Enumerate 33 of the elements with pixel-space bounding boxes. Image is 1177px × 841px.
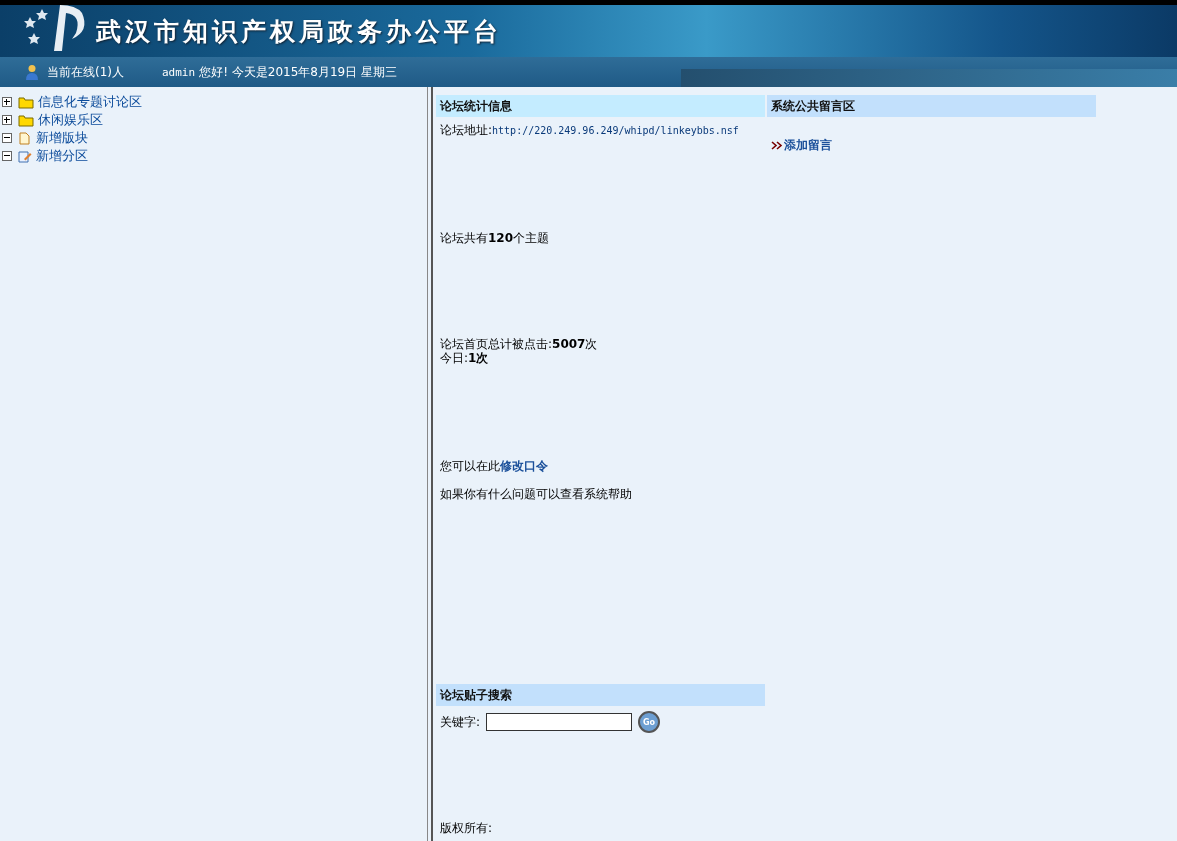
topic-count-text: 论坛共有120个主题	[439, 231, 551, 245]
user-name: admin	[162, 65, 196, 79]
click-count-text: 论坛首页总计被点击:5007次	[439, 337, 599, 351]
expand-icon[interactable]	[2, 115, 12, 125]
help-text: 如果你有什么问题可以查看系统帮助	[439, 487, 633, 501]
user-icon	[25, 64, 39, 80]
collapse-icon[interactable]	[2, 151, 12, 161]
site-title: 武汉市知识产权局政务办公平台	[96, 15, 502, 48]
tree-item[interactable]: 新增分区	[36, 147, 88, 165]
forum-address: http://220.249.96.249/whipd/linkeybbs.nsf	[492, 125, 739, 136]
folder-icon	[18, 95, 34, 109]
collapse-icon[interactable]	[2, 133, 12, 143]
expand-icon[interactable]	[2, 97, 12, 107]
double-chevron-icon	[771, 141, 783, 150]
change-password-link[interactable]: 修改口令	[500, 459, 548, 473]
section-heading: 论坛统计信息	[436, 95, 765, 117]
folder-icon	[18, 113, 34, 127]
copyright-text: 版权所有:	[439, 821, 494, 835]
section-heading: 论坛贴子搜索	[436, 684, 765, 706]
keyword-label: 关键字:	[440, 713, 481, 731]
edit-page-icon	[18, 149, 32, 163]
address-label: 论坛地址:	[440, 123, 493, 137]
add-message-link[interactable]: 添加留言	[784, 137, 832, 154]
today-count-text: 今日:1次	[439, 351, 490, 365]
password-text: 您可以在此	[440, 459, 500, 473]
tree-item[interactable]: 新增版块	[36, 129, 88, 147]
greeting-text: 您好! 今天是2015年8月19日 星期三	[199, 63, 397, 81]
online-count: 当前在线(1)人	[47, 63, 124, 81]
tree-item[interactable]: 休闲娱乐区	[38, 111, 103, 129]
keyword-input[interactable]	[486, 713, 633, 731]
tree-item[interactable]: 信息化专题讨论区	[38, 93, 142, 111]
page-icon	[18, 131, 32, 145]
section-heading: 系统公共留言区	[767, 95, 1096, 117]
